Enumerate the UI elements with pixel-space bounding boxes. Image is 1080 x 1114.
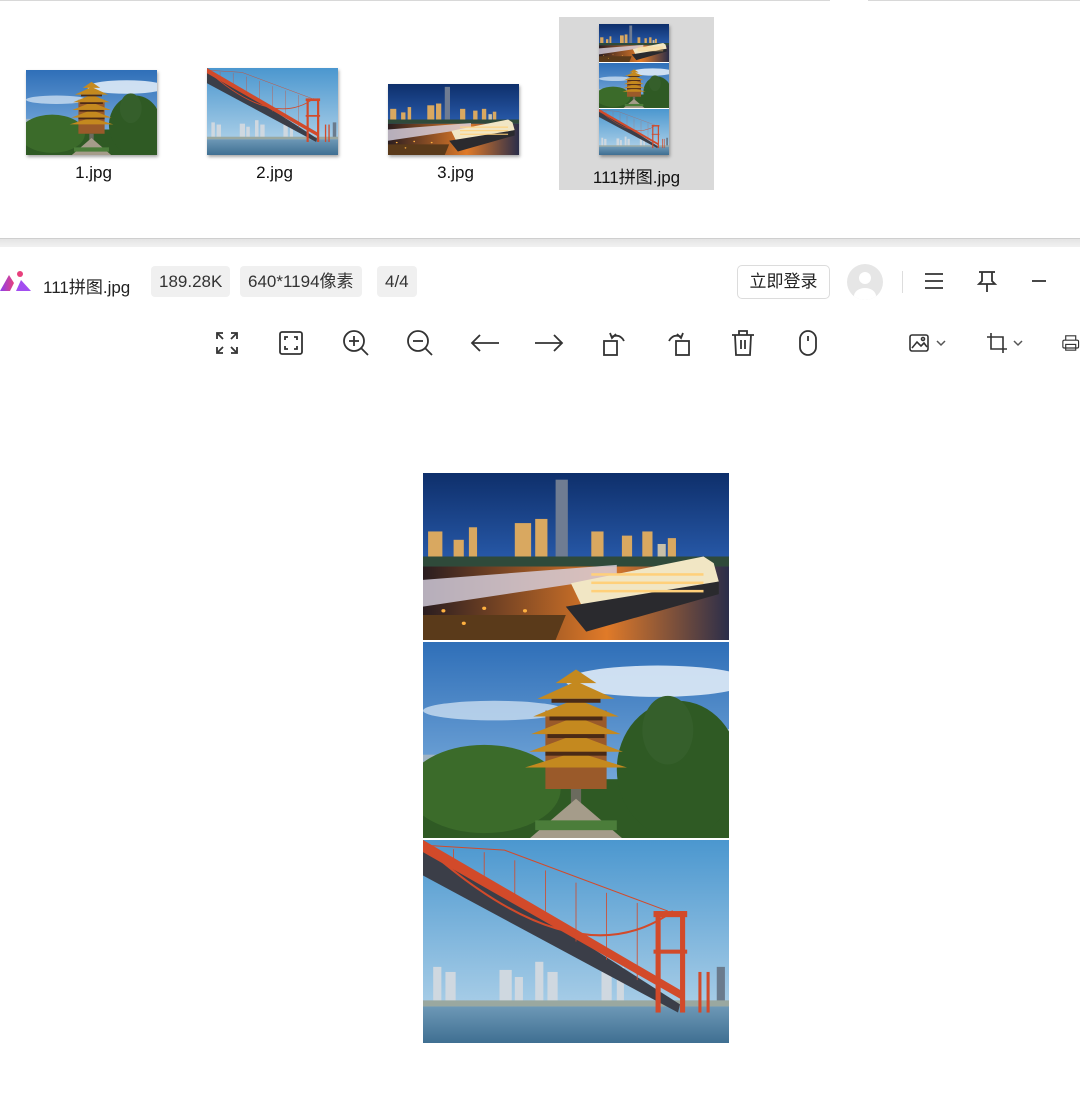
file-item-4-selected[interactable]: 111拼图.jpg xyxy=(559,17,714,190)
original-size-button[interactable] xyxy=(273,325,309,361)
file-explorer-pane: 1.jpg 2.jpg 3.jpg 111拼图.jpg xyxy=(0,0,1080,238)
header-separator xyxy=(902,271,903,293)
minimize-icon xyxy=(1032,280,1046,282)
zoom-out-button[interactable] xyxy=(402,325,438,361)
crop-icon xyxy=(987,333,1007,353)
delete-icon xyxy=(732,330,754,356)
chevron-down-icon xyxy=(936,340,946,347)
collage-panel-night-harbor xyxy=(423,473,729,640)
zoom-in-button[interactable] xyxy=(338,325,374,361)
pin-button[interactable] xyxy=(971,265,1003,297)
zoom-out-icon xyxy=(407,330,433,356)
minimize-button[interactable] xyxy=(1023,265,1055,297)
file-item-2[interactable]: 2.jpg xyxy=(197,17,352,190)
menu-icon xyxy=(925,273,943,289)
original-size-icon xyxy=(279,331,303,355)
delete-button[interactable] xyxy=(725,325,761,361)
file-thumbnail xyxy=(388,84,519,155)
viewer-filename: 111拼图.jpg xyxy=(43,278,131,297)
image-viewer-window: 111拼图.jpg 189.28K 640*1194像素 4/4 立即登录 xyxy=(0,247,1080,1114)
file-label: 3.jpg xyxy=(437,163,474,182)
print-button[interactable] xyxy=(1060,327,1080,359)
file-label: 1.jpg xyxy=(75,163,112,182)
file-thumbnail xyxy=(599,24,669,155)
next-arrow-icon xyxy=(535,334,564,352)
crop-dropdown[interactable] xyxy=(983,327,1025,359)
zoom-in-icon xyxy=(343,330,369,356)
rotate-left-icon xyxy=(603,332,625,356)
collage-panel-pagoda xyxy=(423,642,729,838)
app-logo-icon xyxy=(0,271,31,291)
edit-image-dropdown[interactable] xyxy=(906,327,948,359)
file-label: 111拼图.jpg xyxy=(592,168,681,187)
file-size-badge: 189.28K xyxy=(151,266,231,297)
explorer-top-border-right xyxy=(868,0,1080,1)
file-label: 2.jpg xyxy=(256,163,293,182)
fit-screen-icon xyxy=(216,332,238,354)
menu-button[interactable] xyxy=(918,265,950,297)
previous-image-button[interactable] xyxy=(467,325,503,361)
login-button[interactable]: 立即登录 xyxy=(737,265,830,299)
previous-arrow-icon xyxy=(470,334,499,352)
explorer-top-border xyxy=(0,0,830,1)
mouse-wheel-mode-button[interactable] xyxy=(790,325,826,361)
file-thumbnail xyxy=(207,68,338,155)
file-thumbnail xyxy=(26,70,157,155)
chevron-down-icon xyxy=(1013,340,1023,347)
rotate-right-button[interactable] xyxy=(661,325,697,361)
edit-image-icon xyxy=(909,334,929,352)
mouse-icon xyxy=(799,330,817,356)
rotate-right-icon xyxy=(668,332,690,356)
next-image-button[interactable] xyxy=(531,325,567,361)
file-item-1[interactable]: 1.jpg xyxy=(16,17,171,190)
displayed-image[interactable] xyxy=(423,473,729,1043)
image-index-badge: 4/4 xyxy=(377,266,417,297)
user-avatar-icon xyxy=(854,272,876,300)
user-avatar[interactable] xyxy=(847,264,883,300)
file-item-3[interactable]: 3.jpg xyxy=(378,17,533,190)
collage-panel-bridge xyxy=(423,840,729,1043)
print-icon xyxy=(1062,335,1080,351)
image-dimensions-badge: 640*1194像素 xyxy=(240,266,362,297)
rotate-left-button[interactable] xyxy=(596,325,632,361)
pin-icon xyxy=(976,271,998,292)
fit-screen-button[interactable] xyxy=(209,325,245,361)
